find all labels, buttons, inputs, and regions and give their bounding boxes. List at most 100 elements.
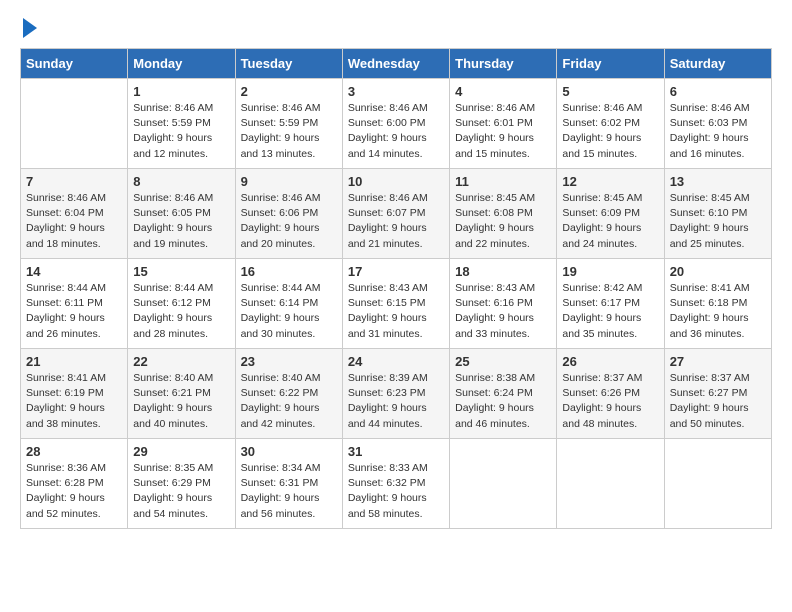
day-info: Sunrise: 8:36 AM Sunset: 6:28 PM Dayligh…	[26, 461, 122, 522]
day-number: 23	[241, 354, 337, 369]
calendar-cell: 5 Sunrise: 8:46 AM Sunset: 6:02 PM Daylig…	[557, 79, 664, 169]
day-number: 31	[348, 444, 444, 459]
calendar-cell: 16 Sunrise: 8:44 AM Sunset: 6:14 PM Dayli…	[235, 259, 342, 349]
calendar-cell: 26 Sunrise: 8:37 AM Sunset: 6:26 PM Dayli…	[557, 349, 664, 439]
day-number: 3	[348, 84, 444, 99]
day-number: 26	[562, 354, 658, 369]
calendar-cell	[664, 439, 771, 529]
day-info: Sunrise: 8:46 AM Sunset: 6:06 PM Dayligh…	[241, 191, 337, 252]
day-number: 15	[133, 264, 229, 279]
day-number: 4	[455, 84, 551, 99]
calendar-cell: 14Sunrise: 8:44 AM Sunset: 6:11 PM Dayli…	[21, 259, 128, 349]
day-number: 28	[26, 444, 122, 459]
day-number: 7	[26, 174, 122, 189]
day-info: Sunrise: 8:46 AM Sunset: 5:59 PM Dayligh…	[241, 101, 337, 162]
logo	[20, 20, 37, 38]
calendar-week-3: 14Sunrise: 8:44 AM Sunset: 6:11 PM Dayli…	[21, 259, 772, 349]
calendar-cell: 13 Sunrise: 8:45 AM Sunset: 6:10 PM Dayli…	[664, 169, 771, 259]
calendar-cell	[557, 439, 664, 529]
page-header	[20, 20, 772, 38]
day-info: Sunrise: 8:37 AM Sunset: 6:27 PM Dayligh…	[670, 371, 766, 432]
weekday-header-wednesday: Wednesday	[342, 49, 449, 79]
calendar-cell: 4 Sunrise: 8:46 AM Sunset: 6:01 PM Daylig…	[450, 79, 557, 169]
day-info: Sunrise: 8:35 AM Sunset: 6:29 PM Dayligh…	[133, 461, 229, 522]
weekday-header-tuesday: Tuesday	[235, 49, 342, 79]
day-number: 22	[133, 354, 229, 369]
day-info: Sunrise: 8:43 AM Sunset: 6:15 PM Dayligh…	[348, 281, 444, 342]
day-number: 17	[348, 264, 444, 279]
calendar-cell: 6 Sunrise: 8:46 AM Sunset: 6:03 PM Daylig…	[664, 79, 771, 169]
day-info: Sunrise: 8:44 AM Sunset: 6:14 PM Dayligh…	[241, 281, 337, 342]
calendar-cell: 28 Sunrise: 8:36 AM Sunset: 6:28 PM Dayli…	[21, 439, 128, 529]
day-info: Sunrise: 8:33 AM Sunset: 6:32 PM Dayligh…	[348, 461, 444, 522]
day-info: Sunrise: 8:46 AM Sunset: 5:59 PM Dayligh…	[133, 101, 229, 162]
day-info: Sunrise: 8:46 AM Sunset: 6:04 PM Dayligh…	[26, 191, 122, 252]
day-number: 12	[562, 174, 658, 189]
day-info: Sunrise: 8:45 AM Sunset: 6:08 PM Dayligh…	[455, 191, 551, 252]
calendar-week-5: 28 Sunrise: 8:36 AM Sunset: 6:28 PM Dayli…	[21, 439, 772, 529]
calendar-table: SundayMondayTuesdayWednesdayThursdayFrid…	[20, 48, 772, 529]
calendar-cell: 10 Sunrise: 8:46 AM Sunset: 6:07 PM Dayli…	[342, 169, 449, 259]
day-info: Sunrise: 8:40 AM Sunset: 6:21 PM Dayligh…	[133, 371, 229, 432]
day-info: Sunrise: 8:46 AM Sunset: 6:07 PM Dayligh…	[348, 191, 444, 252]
day-info: Sunrise: 8:41 AM Sunset: 6:18 PM Dayligh…	[670, 281, 766, 342]
calendar-cell: 22 Sunrise: 8:40 AM Sunset: 6:21 PM Dayli…	[128, 349, 235, 439]
day-info: Sunrise: 8:37 AM Sunset: 6:26 PM Dayligh…	[562, 371, 658, 432]
calendar-cell: 30 Sunrise: 8:34 AM Sunset: 6:31 PM Dayli…	[235, 439, 342, 529]
weekday-header-sunday: Sunday	[21, 49, 128, 79]
day-number: 1	[133, 84, 229, 99]
day-number: 30	[241, 444, 337, 459]
calendar-week-1: 1 Sunrise: 8:46 AM Sunset: 5:59 PM Daylig…	[21, 79, 772, 169]
calendar-cell: 12 Sunrise: 8:45 AM Sunset: 6:09 PM Dayli…	[557, 169, 664, 259]
day-info: Sunrise: 8:46 AM Sunset: 6:02 PM Dayligh…	[562, 101, 658, 162]
day-info: Sunrise: 8:45 AM Sunset: 6:10 PM Dayligh…	[670, 191, 766, 252]
day-number: 27	[670, 354, 766, 369]
weekday-header-friday: Friday	[557, 49, 664, 79]
day-number: 18	[455, 264, 551, 279]
calendar-cell: 3 Sunrise: 8:46 AM Sunset: 6:00 PM Daylig…	[342, 79, 449, 169]
day-number: 21	[26, 354, 122, 369]
day-number: 10	[348, 174, 444, 189]
day-number: 9	[241, 174, 337, 189]
day-info: Sunrise: 8:42 AM Sunset: 6:17 PM Dayligh…	[562, 281, 658, 342]
day-info: Sunrise: 8:43 AM Sunset: 6:16 PM Dayligh…	[455, 281, 551, 342]
calendar-cell: 23 Sunrise: 8:40 AM Sunset: 6:22 PM Dayli…	[235, 349, 342, 439]
day-info: Sunrise: 8:46 AM Sunset: 6:01 PM Dayligh…	[455, 101, 551, 162]
calendar-week-2: 7 Sunrise: 8:46 AM Sunset: 6:04 PM Daylig…	[21, 169, 772, 259]
day-number: 13	[670, 174, 766, 189]
calendar-cell: 8 Sunrise: 8:46 AM Sunset: 6:05 PM Daylig…	[128, 169, 235, 259]
day-info: Sunrise: 8:46 AM Sunset: 6:03 PM Dayligh…	[670, 101, 766, 162]
weekday-header-thursday: Thursday	[450, 49, 557, 79]
calendar-cell: 25 Sunrise: 8:38 AM Sunset: 6:24 PM Dayli…	[450, 349, 557, 439]
weekday-header-row: SundayMondayTuesdayWednesdayThursdayFrid…	[21, 49, 772, 79]
calendar-cell: 27 Sunrise: 8:37 AM Sunset: 6:27 PM Dayli…	[664, 349, 771, 439]
day-info: Sunrise: 8:34 AM Sunset: 6:31 PM Dayligh…	[241, 461, 337, 522]
calendar-cell: 7 Sunrise: 8:46 AM Sunset: 6:04 PM Daylig…	[21, 169, 128, 259]
day-number: 19	[562, 264, 658, 279]
calendar-cell: 1 Sunrise: 8:46 AM Sunset: 5:59 PM Daylig…	[128, 79, 235, 169]
weekday-header-monday: Monday	[128, 49, 235, 79]
calendar-cell: 9 Sunrise: 8:46 AM Sunset: 6:06 PM Daylig…	[235, 169, 342, 259]
calendar-cell: 29Sunrise: 8:35 AM Sunset: 6:29 PM Dayli…	[128, 439, 235, 529]
day-info: Sunrise: 8:45 AM Sunset: 6:09 PM Dayligh…	[562, 191, 658, 252]
day-info: Sunrise: 8:46 AM Sunset: 6:00 PM Dayligh…	[348, 101, 444, 162]
day-info: Sunrise: 8:38 AM Sunset: 6:24 PM Dayligh…	[455, 371, 551, 432]
day-number: 5	[562, 84, 658, 99]
day-info: Sunrise: 8:40 AM Sunset: 6:22 PM Dayligh…	[241, 371, 337, 432]
calendar-cell	[21, 79, 128, 169]
day-number: 6	[670, 84, 766, 99]
day-info: Sunrise: 8:39 AM Sunset: 6:23 PM Dayligh…	[348, 371, 444, 432]
day-number: 8	[133, 174, 229, 189]
calendar-cell: 24 Sunrise: 8:39 AM Sunset: 6:23 PM Dayli…	[342, 349, 449, 439]
calendar-cell: 11Sunrise: 8:45 AM Sunset: 6:08 PM Dayli…	[450, 169, 557, 259]
day-info: Sunrise: 8:46 AM Sunset: 6:05 PM Dayligh…	[133, 191, 229, 252]
day-number: 2	[241, 84, 337, 99]
day-number: 25	[455, 354, 551, 369]
day-number: 24	[348, 354, 444, 369]
calendar-cell: 18 Sunrise: 8:43 AM Sunset: 6:16 PM Dayli…	[450, 259, 557, 349]
calendar-cell	[450, 439, 557, 529]
calendar-cell: 19 Sunrise: 8:42 AM Sunset: 6:17 PM Dayli…	[557, 259, 664, 349]
weekday-header-saturday: Saturday	[664, 49, 771, 79]
day-number: 16	[241, 264, 337, 279]
day-number: 14	[26, 264, 122, 279]
